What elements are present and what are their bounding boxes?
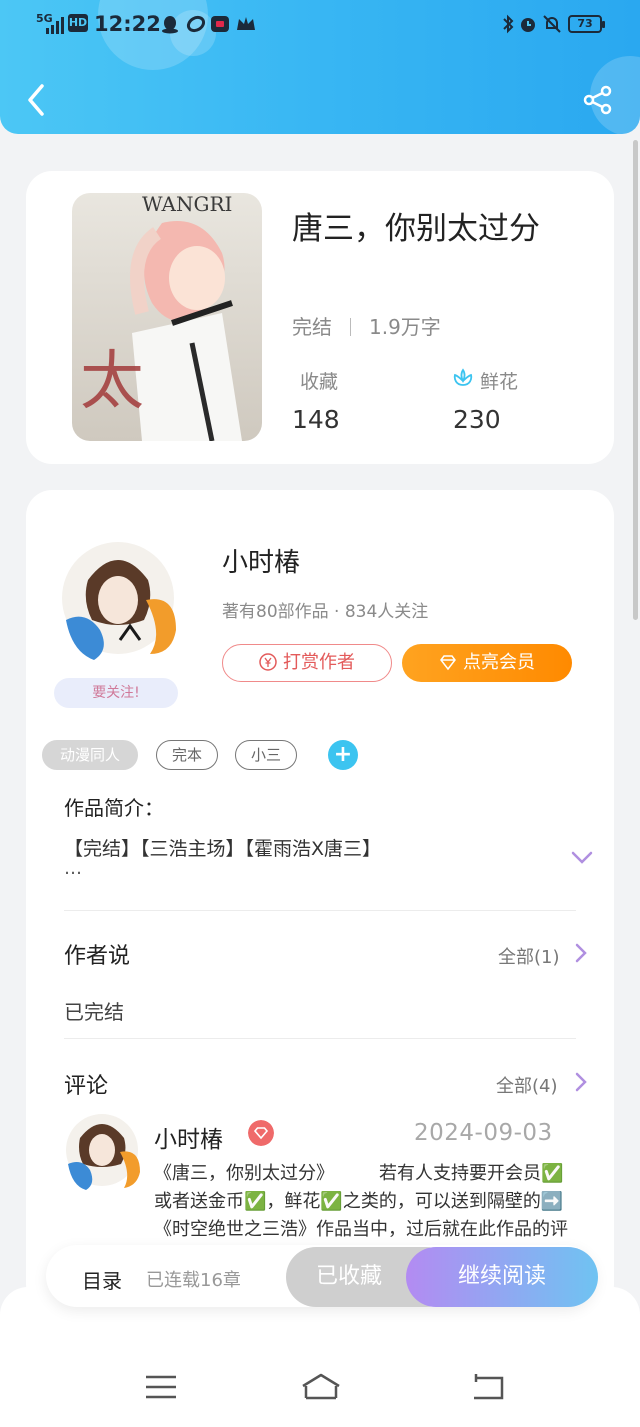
share-icon[interactable] — [582, 84, 614, 116]
author-says-text: 已完结 — [64, 1000, 124, 1024]
book-title: 唐三，你别太过分 — [292, 211, 540, 247]
comment-avatar[interactable] — [66, 1112, 142, 1192]
detail-card: 要关注! 小时椿 著有80部作品 · 834人关注 打赏作者 点亮会员 动漫同人… — [26, 490, 614, 1310]
diamond-icon — [440, 655, 456, 671]
tip-author-label: 打赏作者 — [283, 652, 355, 673]
vip-label: 点亮会员 — [463, 652, 535, 673]
yen-icon — [259, 653, 277, 671]
app-icon — [186, 15, 206, 33]
chevron-right-icon[interactable] — [574, 1071, 588, 1093]
flower-icon — [453, 368, 473, 386]
tag-item[interactable]: 完本 — [156, 740, 218, 770]
author-says-more[interactable]: 全部(1) — [498, 943, 560, 969]
comment-author-name[interactable]: 小时椿 — [154, 1120, 223, 1154]
scrollbar[interactable] — [633, 140, 638, 620]
tip-author-button[interactable]: 打赏作者 — [222, 644, 392, 682]
tag-item[interactable]: 动漫同人 — [42, 740, 138, 770]
divider — [64, 910, 576, 911]
signal-icon — [46, 17, 64, 34]
follow-tag[interactable]: 要关注! — [54, 678, 178, 708]
book-status-row: 完结 1.9万字 — [292, 311, 441, 340]
cover-title-text: WANGRI — [142, 193, 232, 216]
flowers-value: 230 — [453, 405, 501, 434]
comments-more[interactable]: 全部(4) — [496, 1072, 558, 1098]
author-avatar[interactable] — [60, 540, 182, 662]
crown-icon — [237, 17, 255, 30]
bottom-sheet — [0, 1287, 640, 1427]
intro-text: 【完结】【三浩主场】【霍雨浩X唐三】 — [64, 838, 382, 860]
header-bar: 5G HD 12:22 73 — [0, 0, 640, 134]
word-count: 1.9万字 — [369, 315, 441, 339]
book-cover-art: WANGRI 太 — [72, 193, 262, 441]
status-bar: 5G HD 12:22 73 — [0, 0, 640, 50]
chapter-count: 已连载16章 — [146, 1270, 241, 1291]
alarm-icon — [521, 18, 535, 32]
battery-indicator: 73 — [568, 15, 605, 33]
favorites-label: 收藏 — [300, 371, 339, 393]
vip-badge-icon — [248, 1120, 274, 1146]
book-info-card: WANGRI 太 唐三，你别太过分 完结 1.9万字 收藏 148 鲜花 230 — [26, 171, 614, 464]
mute-bell-icon — [543, 15, 561, 33]
book-status: 完结 — [292, 315, 332, 339]
add-tag-button[interactable]: + — [328, 740, 358, 770]
vip-button[interactable]: 点亮会员 — [402, 644, 572, 682]
divider — [64, 1038, 576, 1039]
collected-label: 已收藏 — [315, 1264, 382, 1289]
author-name[interactable]: 小时椿 — [222, 542, 300, 579]
expand-chevron-icon[interactable] — [570, 850, 594, 866]
back-nav-icon[interactable] — [470, 1372, 506, 1402]
hd-badge: HD — [68, 14, 88, 32]
qq-icon — [162, 16, 178, 34]
back-icon[interactable] — [22, 82, 52, 118]
avatar-art — [62, 542, 176, 660]
toc-button[interactable]: 目录 — [82, 1265, 122, 1294]
intro-heading: 作品简介： — [64, 796, 164, 820]
status-time: 12:22 — [94, 12, 161, 36]
favorites-value: 148 — [292, 405, 340, 434]
cover-calligraphy: 太 — [80, 345, 144, 419]
continue-reading-button[interactable]: 继续阅读 — [406, 1247, 598, 1307]
comment-avatar-art — [66, 1114, 140, 1190]
book-cover[interactable]: WANGRI 太 — [72, 193, 262, 441]
bluetooth-icon — [503, 14, 514, 34]
flowers-label: 鲜花 — [480, 371, 519, 393]
tag-item[interactable]: 小三 — [235, 740, 297, 770]
home-icon[interactable] — [300, 1372, 342, 1402]
intro-ellipsis: … — [64, 858, 82, 879]
author-meta: 著有80部作品 · 834人关注 — [222, 602, 429, 622]
comment-date: 2024-09-03 — [414, 1120, 553, 1146]
author-says-heading: 作者说 — [64, 944, 131, 969]
record-icon — [211, 16, 229, 32]
menu-icon[interactable] — [143, 1372, 179, 1402]
comments-heading: 评论 — [64, 1074, 109, 1099]
divider — [350, 318, 351, 336]
chevron-right-icon[interactable] — [574, 942, 588, 964]
